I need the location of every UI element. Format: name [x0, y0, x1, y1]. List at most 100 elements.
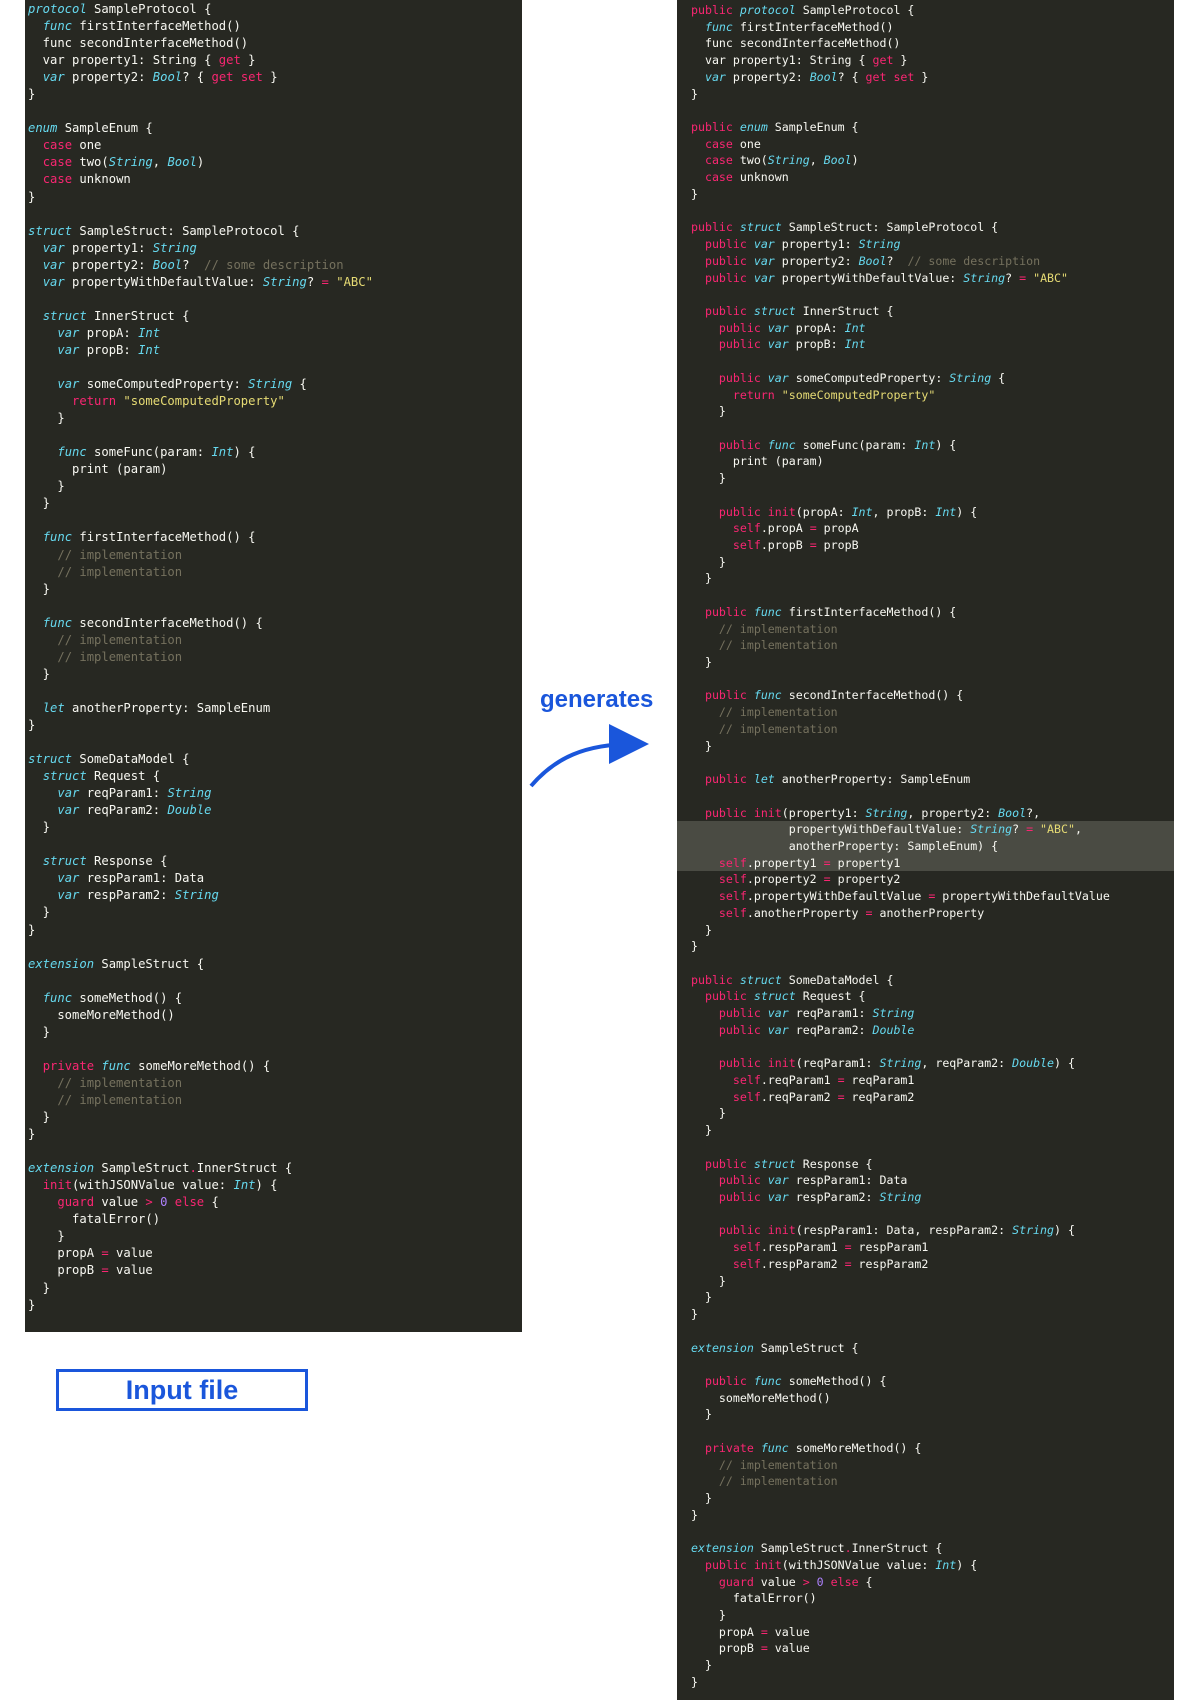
code-token: var: [57, 888, 80, 903]
output-code-editor[interactable]: public protocol SampleProtocol { func fi…: [677, 0, 1174, 1700]
code-token: propA:: [788, 320, 845, 335]
code-token: case: [42, 138, 73, 153]
code-token: init: [767, 1056, 796, 1071]
code-line: var reqParam1: String: [25, 785, 522, 802]
code-token: // some description: [204, 257, 344, 272]
code-token: "ABC": [1033, 270, 1068, 285]
code-token: =: [760, 1641, 768, 1656]
code-line: self.propB = propB: [677, 537, 1174, 554]
code-token: var: [767, 337, 789, 352]
code-token: String: [865, 805, 908, 820]
code-token: String: [167, 786, 212, 801]
code-line: propA = value: [25, 1245, 522, 1262]
code-token: ?: [182, 257, 205, 272]
code-line: }: [25, 922, 522, 939]
code-token: public: [704, 1156, 747, 1171]
code-token: =: [837, 1073, 845, 1087]
code-line: print (param): [677, 453, 1174, 470]
code-line: propertyWithDefaultValue: String? = "ABC…: [677, 821, 1174, 838]
code-token: propertyWithDefaultValue: [935, 889, 1110, 904]
code-line: }: [677, 654, 1174, 671]
code-token: self: [718, 889, 747, 904]
code-token: SampleProtocol {: [86, 2, 212, 16]
code-token: }: [28, 905, 51, 920]
code-line: }: [25, 189, 522, 206]
code-token: }: [691, 922, 712, 937]
input-code-editor[interactable]: protocol SampleProtocol { func firstInte…: [25, 0, 522, 1332]
code-line: func firstInterfaceMethod(): [25, 18, 522, 35]
code-line: }: [677, 938, 1174, 955]
code-token: }: [28, 581, 51, 596]
code-token: func secondInterfaceMethod(): [28, 36, 249, 51]
code-line: anotherProperty: SampleEnum) {: [677, 837, 1174, 855]
code-token: public: [691, 120, 733, 135]
code-token: propertyWithDefaultValue:: [64, 274, 263, 289]
code-token: func: [767, 437, 796, 452]
code-token: print (param): [691, 454, 824, 469]
code-token: }: [28, 496, 51, 511]
code-token: , propB:: [872, 504, 936, 519]
code-token: self: [732, 1256, 761, 1271]
code-token: propA: [691, 1624, 761, 1639]
code-token: }: [28, 1110, 51, 1125]
code-token: respParam2:: [79, 888, 175, 903]
code-token: }: [28, 1229, 65, 1244]
code-line: // implementation: [677, 704, 1174, 721]
code-token: enum: [739, 120, 768, 135]
code-line: case two(String, Bool): [25, 154, 522, 171]
code-line: }: [25, 1297, 522, 1314]
code-token: unknown: [732, 170, 789, 185]
code-token: struct: [42, 308, 87, 323]
code-token: SampleStruct {: [753, 1340, 859, 1355]
code-line: self.propA = propA: [677, 520, 1174, 537]
code-token: InnerStruct {: [86, 308, 190, 323]
code-token: property2:: [774, 253, 859, 268]
code-token: }: [28, 1297, 36, 1312]
output-code-listing: public protocol SampleProtocol { func fi…: [677, 0, 1174, 1691]
code-token: // implementation: [57, 1093, 183, 1107]
code-token: }: [28, 479, 65, 494]
code-token: property2:: [64, 70, 153, 85]
code-token: SampleStruct: SampleProtocol {: [781, 220, 999, 235]
code-token: }: [28, 189, 36, 204]
code-line: }: [25, 717, 522, 734]
code-line: public var property2: Bool? // some desc…: [677, 253, 1174, 270]
code-token: (propA:: [795, 504, 852, 519]
code-token: secondInterfaceMethod() {: [72, 615, 263, 630]
code-token: var: [42, 257, 65, 272]
code-line: struct Response {: [25, 853, 522, 870]
code-line: // implementation: [25, 564, 522, 581]
code-token: one: [72, 138, 102, 153]
code-token: ): [851, 153, 859, 168]
code-line: guard value > 0 else {: [25, 1194, 522, 1211]
code-token: fatalError(): [691, 1591, 817, 1606]
code-line: func secondInterfaceMethod() {: [25, 615, 522, 632]
code-token: public: [704, 303, 747, 318]
code-line: func someMethod() {: [25, 990, 522, 1007]
code-token: // implementation: [57, 632, 183, 647]
code-token: reqParam1:: [788, 1006, 873, 1021]
code-token: public: [691, 220, 733, 235]
